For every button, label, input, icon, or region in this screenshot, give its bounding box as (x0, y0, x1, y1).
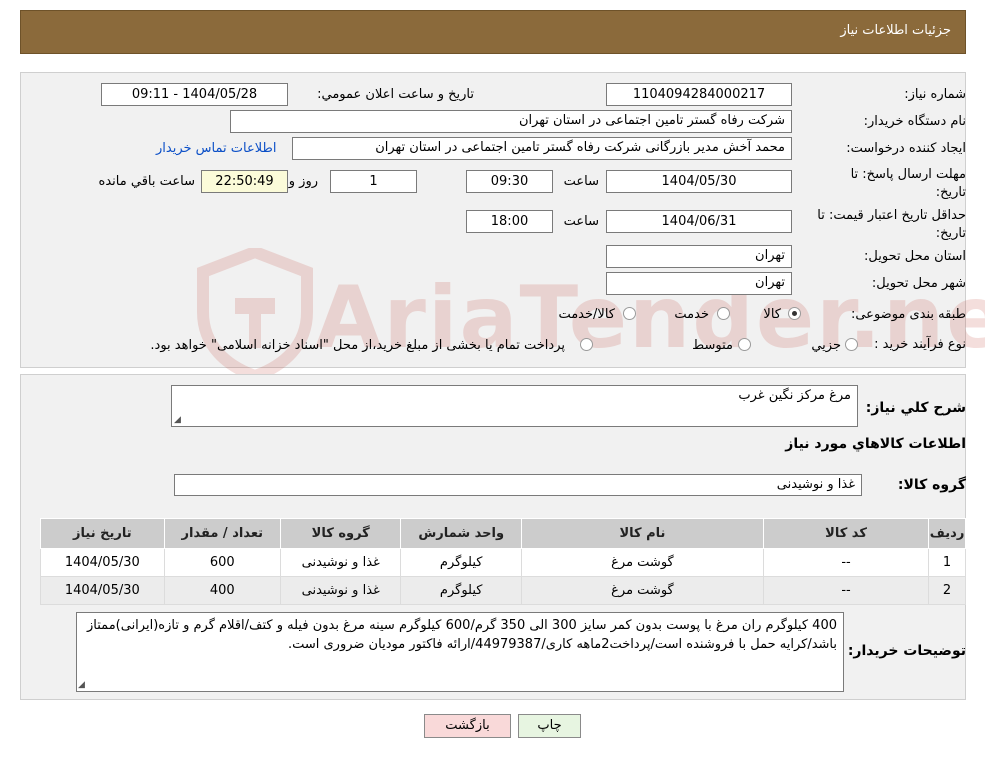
buyer-org-label: نام دستگاه خريدار: (863, 114, 966, 129)
general-desc-text: مرغ مرکز نگین غرب (738, 388, 851, 403)
category-option-service: خدمت (674, 307, 709, 322)
cell-row: 2 (928, 576, 966, 605)
purchase-treasury-note: پرداخت تمام يا بخشی از مبلغ خريد،از محل … (150, 338, 565, 353)
goods-group-label: گروه کالا: (897, 477, 966, 493)
purchase-option-minor: جزيي (811, 338, 841, 353)
back-button[interactable]: بازگشت (424, 714, 511, 738)
validity-label-line2: تاريخ: (935, 226, 966, 241)
goods-group-field[interactable]: غذا و نوشیدنی (174, 474, 862, 496)
deadline-date-field[interactable]: 1404/05/30 (606, 170, 792, 193)
goods-table: رديف کد کالا نام کالا واحد شمارش گروه کا… (40, 518, 966, 605)
deadline-time-field[interactable]: 09:30 (466, 170, 553, 193)
cell-group: غذا و نوشیدنی (279, 576, 402, 605)
purchase-treasury-checkbox[interactable] (580, 338, 593, 351)
deadline-time-label: ساعت (563, 174, 599, 189)
category-option-goods-service: کالا/خدمت (558, 307, 615, 322)
general-desc-field[interactable]: مرغ مرکز نگین غرب (171, 385, 858, 427)
need-number-label: شماره نیاز: (904, 87, 966, 102)
validity-label-line1: حداقل تاريخ اعتبار قيمت: تا (817, 208, 966, 223)
cell-row: 1 (928, 548, 966, 577)
cell-name: گوشت مرغ (520, 576, 764, 605)
cell-qty: 600 (163, 548, 281, 577)
col-date: تاريخ نياز (40, 518, 165, 549)
buyer-contact-link[interactable]: اطلاعات تماس خريدار (156, 141, 276, 156)
col-name: نام کالا (520, 518, 764, 549)
cell-unit: کیلوگرم (400, 576, 522, 605)
remaining-time-field: 22:50:49 (201, 170, 288, 193)
buyer-org-field[interactable]: شرکت رفاه گستر تامین اجتماعی در استان ته… (230, 110, 792, 133)
deadline-label-line2: تاريخ: (935, 185, 966, 200)
creator-field[interactable]: محمد آخش مدیر بازرگانی شرکت رفاه گستر تا… (292, 137, 792, 160)
cell-qty: 400 (163, 576, 281, 605)
cell-group: غذا و نوشیدنی (279, 548, 402, 577)
creator-label: ايجاد کننده درخواست: (846, 141, 966, 156)
province-field[interactable]: تهران (606, 245, 792, 268)
category-radio-goods[interactable] (788, 307, 801, 320)
col-group: گروه کالا (279, 518, 402, 549)
buyer-notes-text: 400 کیلوگرم ران مرغ با پوست بدون کمر سای… (87, 618, 837, 652)
table-row[interactable]: 1 -- گوشت مرغ کیلوگرم غذا و نوشیدنی 600 … (40, 548, 966, 577)
province-label: استان محل تحويل: (864, 249, 966, 264)
page-title: جزئیات اطلاعات نیاز (840, 23, 951, 38)
page-header: جزئیات اطلاعات نیاز (20, 10, 966, 54)
cell-name: گوشت مرغ (520, 548, 764, 577)
resize-handle-icon[interactable]: ◢ (174, 415, 181, 425)
validity-time-label: ساعت (563, 214, 599, 229)
print-button[interactable]: چاپ (518, 714, 581, 738)
category-label: طبقه بندی موضوعی: (850, 307, 966, 322)
col-row: رديف (928, 518, 966, 549)
table-row[interactable]: 2 -- گوشت مرغ کیلوگرم غذا و نوشیدنی 400 … (40, 576, 966, 605)
cell-date: 1404/05/30 (40, 576, 165, 605)
remaining-time-label: ساعت باقي مانده (98, 174, 195, 189)
category-option-goods: کالا (763, 307, 781, 322)
deadline-label-line1: مهلت ارسال پاسخ: تا (850, 167, 966, 182)
buyer-notes-field[interactable]: 400 کیلوگرم ران مرغ با پوست بدون کمر سای… (76, 612, 844, 692)
goods-table-header: رديف کد کالا نام کالا واحد شمارش گروه کا… (40, 518, 966, 549)
announce-datetime-field[interactable]: 1404/05/28 - 09:11 (101, 83, 288, 106)
cell-code: -- (762, 576, 930, 605)
announce-datetime-label: تاريخ و ساعت اعلان عمومي: (317, 87, 474, 102)
cell-code: -- (762, 548, 930, 577)
purchase-option-medium: متوسط (692, 338, 733, 353)
col-qty: تعداد / مقدار (163, 518, 281, 549)
cell-date: 1404/05/30 (40, 548, 165, 577)
validity-label: حداقل تاريخ اعتبار قيمت: تا تاريخ: (817, 207, 966, 243)
col-code: کد کالا (762, 518, 930, 549)
category-radio-service[interactable] (717, 307, 730, 320)
resize-handle-icon[interactable]: ◢ (78, 680, 85, 690)
validity-date-field[interactable]: 1404/06/31 (606, 210, 792, 233)
need-number-field[interactable]: 1104094284000217 (606, 83, 792, 106)
city-field[interactable]: تهران (606, 272, 792, 295)
city-label: شهر محل تحويل: (871, 276, 966, 291)
category-radio-goods-service[interactable] (623, 307, 636, 320)
goods-info-title: اطلاعات کالاهاي مورد نياز (785, 436, 966, 452)
general-desc-label: شرح کلي نياز: (865, 400, 966, 416)
validity-time-field[interactable]: 18:00 (466, 210, 553, 233)
purchase-radio-minor[interactable] (845, 338, 858, 351)
days-remaining-field[interactable]: 1 (330, 170, 417, 193)
buyer-notes-label: توضيحات خريدار: (847, 643, 966, 659)
purchase-radio-medium[interactable] (738, 338, 751, 351)
days-label: روز و (288, 174, 318, 189)
deadline-label: مهلت ارسال پاسخ: تا تاريخ: (851, 166, 966, 202)
cell-unit: کیلوگرم (400, 548, 522, 577)
col-unit: واحد شمارش (400, 518, 522, 549)
purchase-type-label: نوع فرآيند خريد : (874, 337, 966, 352)
